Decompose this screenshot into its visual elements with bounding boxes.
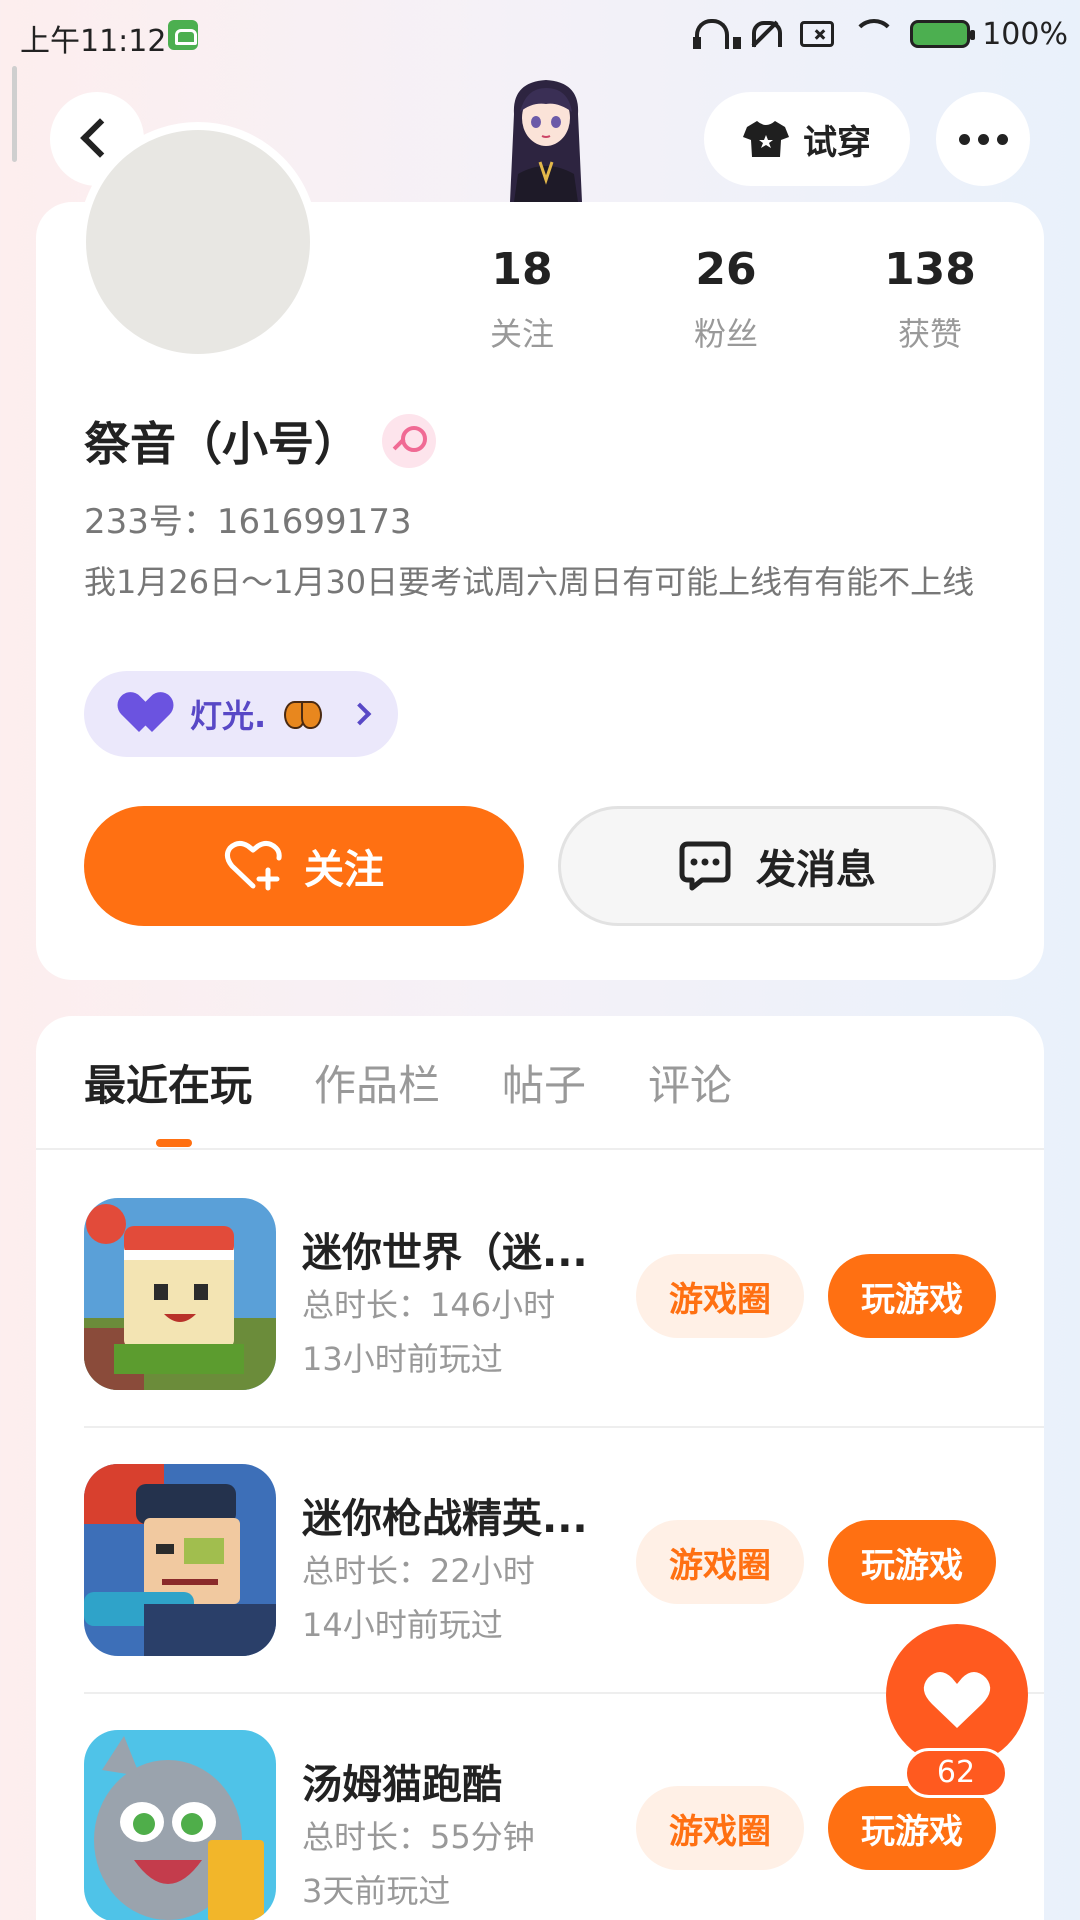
play-game-button[interactable]: 玩游戏 (828, 1520, 996, 1604)
name-row: 祭音（小号） (84, 408, 436, 474)
game-total-time: 总时长：22小时 (302, 1552, 535, 1590)
app-notification-icon (168, 20, 198, 50)
headphone-icon (692, 17, 742, 51)
status-time: 上午11:12 (20, 24, 167, 59)
game-last-played: 13小时前玩过 (302, 1340, 503, 1378)
stat-likes[interactable]: 138 获赞 (840, 244, 1020, 355)
game-circle-label: 游戏圈 (669, 1545, 771, 1586)
profile-name: 祭音（小号） (84, 417, 360, 471)
tab-recently-played[interactable]: 最近在玩 (84, 1052, 252, 1113)
more-dot-icon (996, 133, 1008, 145)
scroll-indicator (12, 66, 17, 162)
game-circle-label: 游戏圈 (669, 1811, 771, 1852)
stat-fans[interactable]: 26 粉丝 (636, 244, 816, 355)
game-last-played: 14小时前玩过 (302, 1606, 503, 1644)
avatar[interactable] (78, 122, 318, 362)
game-total-time: 总时长：55分钟 (302, 1818, 535, 1856)
try-on-button[interactable]: 试穿 (704, 92, 910, 186)
fans-count: 26 (695, 244, 757, 295)
play-game-label: 玩游戏 (861, 1811, 963, 1852)
game-total-time: 总时长：146小时 (302, 1286, 556, 1324)
tshirt-icon (743, 121, 789, 157)
play-game-button[interactable]: 玩游戏 (828, 1254, 996, 1338)
game-icon-mini-gun-war (84, 1464, 276, 1656)
user-id: 233号：161699173 (84, 502, 412, 542)
butterfly-icon (284, 699, 323, 729)
light-tag-button[interactable]: 灯光. (84, 671, 398, 757)
follow-button[interactable]: 关注 (84, 806, 524, 926)
status-icons: 100% (692, 14, 1068, 54)
try-on-label: 试穿 (803, 122, 871, 163)
no-sim-icon (800, 21, 835, 47)
wifi-icon (852, 19, 897, 49)
likes-count: 138 (884, 244, 976, 295)
game-last-played: 3天前玩过 (302, 1872, 451, 1910)
game-row[interactable]: 迷你世界（迷... 总时长：146小时 13小时前玩过 游戏圈 玩游戏 (84, 1150, 1044, 1416)
game-circle-button[interactable]: 游戏圈 (636, 1520, 804, 1604)
chevron-right-icon (348, 702, 372, 726)
battery-icon (910, 20, 976, 48)
game-circle-button[interactable]: 游戏圈 (636, 1254, 804, 1338)
chat-bubble-icon (679, 841, 731, 891)
send-message-button[interactable]: 发消息 (558, 806, 996, 926)
heart-icon (126, 694, 172, 734)
play-game-button[interactable]: 玩游戏 (828, 1786, 996, 1870)
tab-comments[interactable]: 评论 (648, 1052, 732, 1113)
game-title: 汤姆猫跑酷 (302, 1762, 502, 1808)
light-tag-label: 灯光. (190, 697, 267, 735)
muted-bell-icon (746, 17, 783, 51)
following-label: 关注 (489, 315, 554, 353)
heart-plus-icon (224, 840, 282, 891)
game-icon-mini-world (84, 1198, 276, 1390)
tab-posts[interactable]: 帖子 (502, 1052, 586, 1113)
game-title: 迷你世界（迷... (302, 1230, 588, 1276)
game-circle-button[interactable]: 游戏圈 (636, 1786, 804, 1870)
female-gender-icon (382, 414, 436, 468)
game-circle-label: 游戏圈 (669, 1279, 771, 1320)
game-title: 迷你枪战精英... (302, 1496, 588, 1542)
stat-following[interactable]: 18 关注 (432, 244, 612, 355)
follow-label: 关注 (304, 847, 384, 893)
like-count-badge: 62 (904, 1748, 1008, 1798)
profile-bio: 我1月26日～1月30日要考试周六周日有可能上线有有能不上线 (84, 563, 975, 601)
play-game-label: 玩游戏 (861, 1279, 963, 1320)
more-dot-icon (958, 133, 970, 145)
like-button[interactable] (886, 1624, 1028, 1766)
tab-works[interactable]: 作品栏 (314, 1052, 440, 1113)
tab-bar: 最近在玩 作品栏 帖子 评论 (84, 1052, 794, 1113)
likes-label: 获赞 (897, 315, 962, 353)
active-tab-indicator (156, 1139, 192, 1147)
battery-percent: 100% (982, 16, 1068, 52)
status-bar: 上午11:12 100% (0, 0, 1080, 72)
more-options-button[interactable] (936, 92, 1030, 186)
heart-icon (923, 1672, 991, 1728)
avatar-character (510, 80, 582, 202)
following-count: 18 (491, 244, 553, 295)
game-icon-talking-tom (84, 1730, 276, 1920)
more-dot-icon (977, 133, 989, 145)
fans-label: 粉丝 (693, 315, 758, 353)
play-game-label: 玩游戏 (861, 1545, 963, 1586)
send-message-label: 发消息 (756, 847, 876, 893)
